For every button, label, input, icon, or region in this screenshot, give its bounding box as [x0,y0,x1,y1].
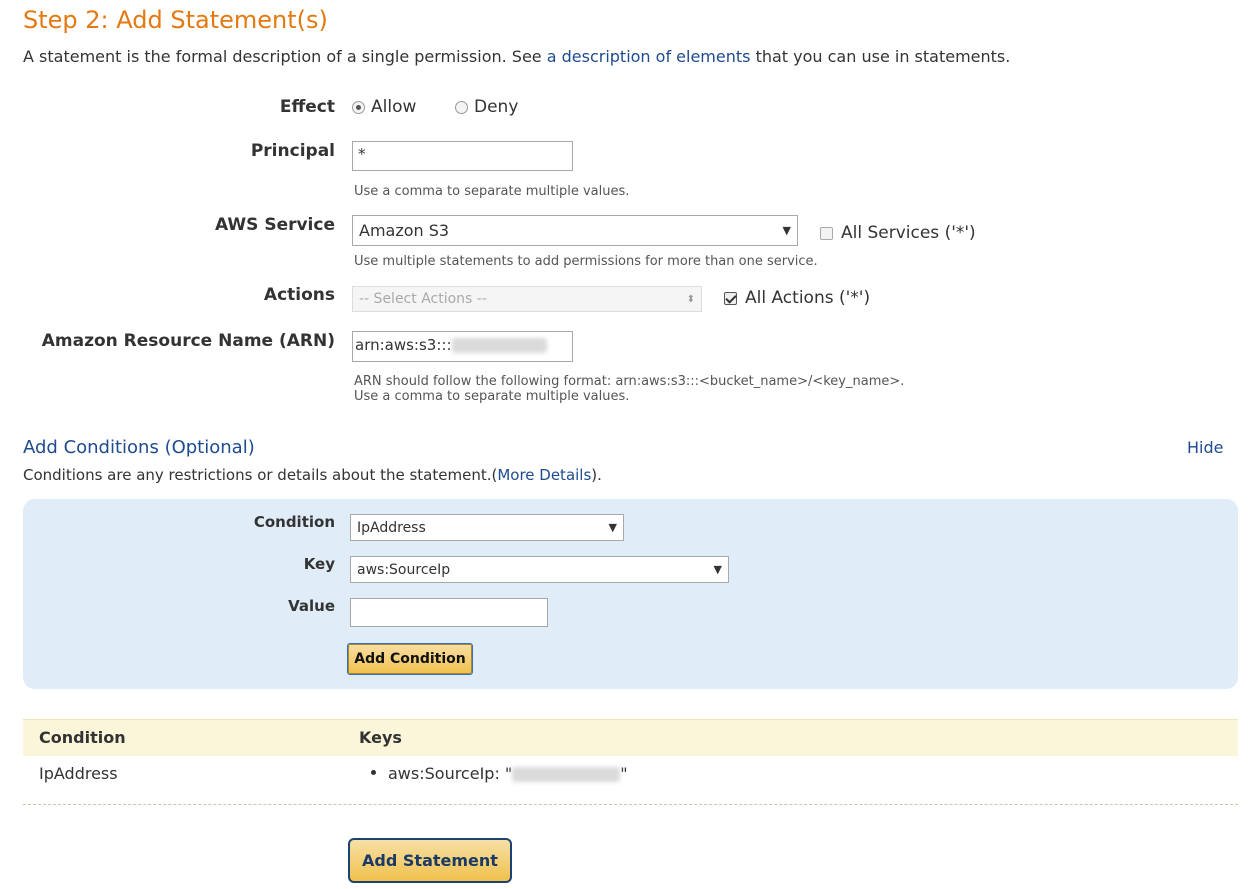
condition-select[interactable]: IpAddress ▼ [350,514,624,541]
key-entry-prefix: aws:SourceIp: " [388,764,513,783]
principal-hint: Use a comma to separate multiple values. [354,184,630,199]
effect-allow-label: Allow [371,97,417,117]
all-services-checkbox[interactable]: All Services ('*') [820,223,976,243]
chevron-down-icon: ▼ [608,521,617,534]
conditions-description: Conditions are any restrictions or detai… [23,466,602,484]
table-row-keys: aws:SourceIp: " " [371,764,628,783]
table-row-condition: IpAddress [39,764,118,783]
radio-unselected-icon [455,100,468,114]
page-title: Step 2: Add Statement(s) [23,6,328,34]
table-divider [23,804,1238,805]
arn-value-prefix: arn:aws:s3::: [355,336,452,354]
add-conditions-heading: Add Conditions (Optional) [23,437,255,458]
key-entry-suffix: " [620,764,628,783]
checkbox-unchecked-icon [820,226,833,240]
principal-value: * [358,145,366,163]
add-statement-button[interactable]: Add Statement [348,838,512,883]
conditions-desc-after: ). [591,466,602,484]
radio-selected-icon [352,100,365,114]
aws-service-hint: Use multiple statements to add permissio… [354,254,818,269]
intro-text-before: A statement is the formal description of… [23,47,547,66]
condition-value-input[interactable] [350,598,548,627]
effect-label: Effect [279,97,335,117]
key-label: Key [303,555,335,573]
value-label: Value [288,597,335,615]
all-actions-checkbox[interactable]: All Actions ('*') [724,288,870,308]
redacted-ip-address [512,767,621,782]
principal-label: Principal [250,141,335,161]
conditions-desc-before: Conditions are any restrictions or detai… [23,466,498,484]
actions-select[interactable]: -- Select Actions -- ⬍ [352,286,702,312]
chevron-down-icon: ▼ [782,224,791,237]
actions-label: Actions [263,285,335,305]
arn-label: Amazon Resource Name (ARN) [41,331,335,351]
redacted-bucket-name [451,338,547,353]
arn-hint-line1: ARN should follow the following format: … [354,374,905,389]
bullet-icon [371,770,376,775]
aws-service-select[interactable]: Amazon S3 ▼ [352,215,798,246]
updown-caret-icon: ⬍ [686,293,695,305]
chevron-down-icon: ▼ [713,563,722,576]
arn-hint: ARN should follow the following format: … [354,374,904,404]
aws-service-value: Amazon S3 [359,221,450,240]
all-actions-label: All Actions ('*') [745,288,871,308]
condition-value: IpAddress [357,519,426,536]
intro-text-after: that you can use in statements. [750,47,1011,66]
effect-deny-label: Deny [474,97,519,117]
table-header-keys: Keys [359,728,402,747]
conditions-table-header [23,719,1238,756]
all-services-label: All Services ('*') [841,223,976,243]
condition-label: Condition [253,513,335,531]
more-details-link[interactable]: More Details [497,466,591,484]
table-header-condition: Condition [39,728,126,747]
arn-input[interactable]: arn:aws:s3::: [352,331,573,362]
arn-hint-line2: Use a comma to separate multiple values. [354,389,630,404]
intro-text: A statement is the formal description of… [23,47,1010,66]
elements-description-link[interactable]: a description of elements [547,47,751,66]
actions-placeholder: -- Select Actions -- [359,291,487,307]
add-condition-button[interactable]: Add Condition [347,643,473,675]
key-value: aws:SourceIp [357,561,451,578]
key-select[interactable]: aws:SourceIp ▼ [350,556,729,583]
checkbox-checked-icon [724,291,737,305]
principal-input[interactable]: * [352,141,573,171]
hide-conditions-link[interactable]: Hide [1187,438,1223,457]
effect-deny-radio[interactable]: Deny [455,97,518,117]
aws-service-label: AWS Service [215,215,335,235]
effect-allow-radio[interactable]: Allow [352,97,416,117]
